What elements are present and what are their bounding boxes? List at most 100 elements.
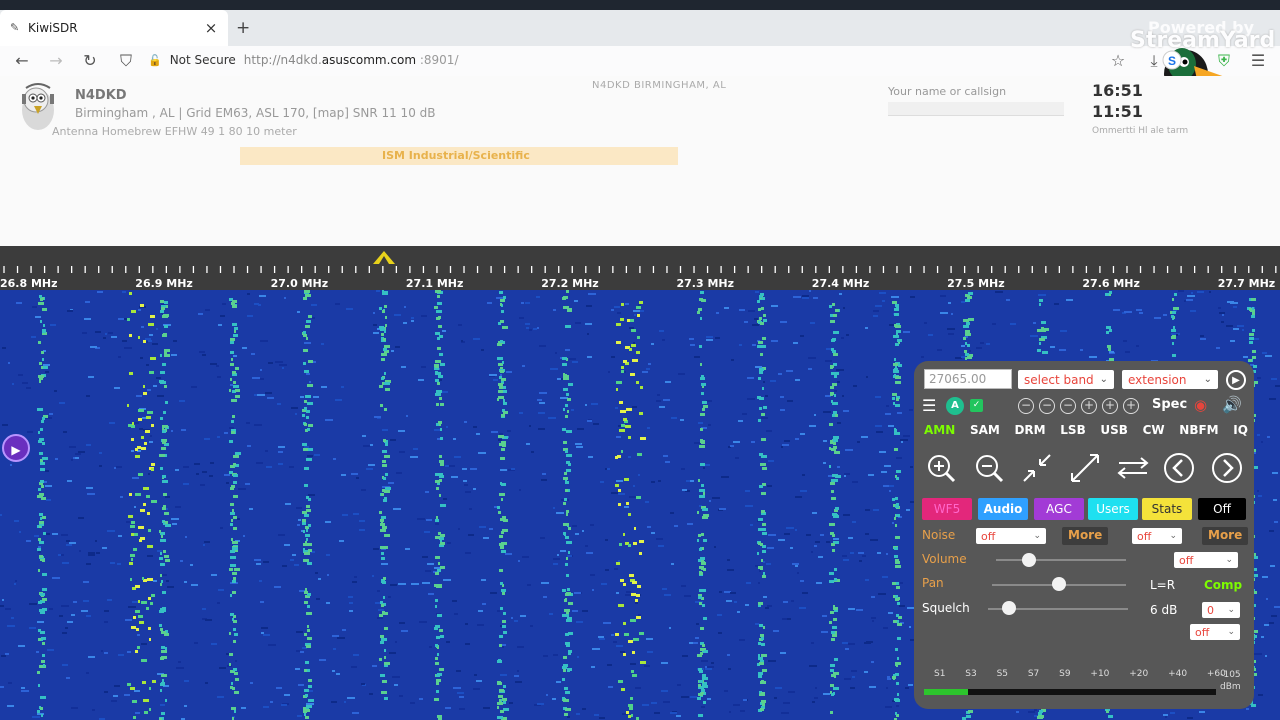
noise-select[interactable]: off ⌄ [976, 528, 1046, 544]
zoom-out-icon[interactable] [972, 451, 1006, 485]
filter-select[interactable]: off ⌄ [1132, 528, 1182, 544]
noise-select-value: off [981, 529, 996, 543]
mode-usb[interactable]: USB [1100, 423, 1128, 443]
pan-slider-knob[interactable] [1052, 577, 1066, 591]
auto-a-icon[interactable]: A [946, 397, 964, 415]
callsign-entry[interactable]: Your name or callsign [888, 85, 1064, 116]
station-location-title: N4DKD BIRMINGHAM, AL [592, 80, 727, 91]
s-meter-scale-label: S5 [996, 669, 1009, 679]
zoom-minus-3-icon[interactable]: − [1018, 398, 1034, 414]
zoom-plus-2-icon[interactable]: + [1102, 398, 1118, 414]
squelch-slider-knob[interactable] [1002, 601, 1016, 615]
band-select[interactable]: select band ⌄ [1018, 370, 1114, 389]
station-antenna-line: Antenna Homebrew EFHW 49 1 80 10 meter [52, 125, 297, 138]
scale-label: 26.9 MHz [135, 277, 193, 290]
browser-tab[interactable]: ✎ KiwiSDR × [0, 10, 228, 46]
noise-more-button[interactable]: More [1062, 527, 1109, 545]
page-right-icon[interactable] [1210, 451, 1244, 485]
mode-cw[interactable]: CW [1143, 423, 1165, 443]
comp-button[interactable]: Comp [1204, 578, 1242, 592]
shield-icon[interactable]: ⛉ [116, 52, 136, 70]
close-tab-icon[interactable]: × [204, 19, 218, 37]
address-bar[interactable]: 🔓 Not Secure http://n4dkd.asuscomm.com :… [148, 53, 458, 67]
tab-off[interactable]: Off [1198, 498, 1246, 520]
s-meter-scale-label: S3 [965, 669, 977, 679]
zoom-plus-3-icon[interactable]: + [1123, 398, 1139, 414]
span-arrows-icon[interactable] [1116, 451, 1150, 485]
play-circle-icon[interactable]: ▶ [1226, 370, 1246, 390]
chevron-down-icon: ⌄ [1203, 374, 1212, 385]
forward-arrow-icon[interactable]: → [46, 52, 66, 70]
spec-button[interactable]: Spec [1152, 397, 1187, 412]
filter-more-button[interactable]: More [1202, 527, 1249, 545]
tab-audio[interactable]: Audio [978, 498, 1028, 520]
mode-buttons: AMN SAM DRM LSB USB CW NBFM IQ [924, 423, 1248, 443]
zoom-fit-icon[interactable] [1020, 451, 1054, 485]
scale-label: 27.6 MHz [1082, 277, 1140, 290]
volume-slider-track[interactable] [996, 559, 1126, 561]
chevron-down-icon: ⌄ [1169, 531, 1177, 541]
chevron-down-icon: ⌄ [1033, 531, 1041, 541]
s-meter-scale-label: +40 [1168, 669, 1188, 679]
scale-label: 27.2 MHz [541, 277, 599, 290]
mode-iq[interactable]: IQ [1233, 423, 1248, 443]
callsign-input[interactable] [888, 102, 1064, 116]
zoom-max-icon[interactable] [1068, 451, 1102, 485]
side-play-icon[interactable]: ▶ [2, 434, 30, 462]
zoom-in-icon[interactable] [924, 451, 958, 485]
menu-hamburger-icon[interactable]: ☰ [1248, 52, 1268, 70]
check-square-icon[interactable]: ✓ [970, 399, 983, 412]
volume-label: Volume [922, 552, 967, 566]
scale-label: 27.4 MHz [811, 277, 870, 290]
security-label: Not Secure [169, 53, 236, 67]
s-meter: S1 S3 S5 S7 S9 +10 +20 +40 +60 -105 dBm [924, 667, 1242, 703]
tuning-marker-icon[interactable] [371, 250, 397, 264]
squelch-select-value: 0 [1207, 603, 1214, 617]
mode-drm[interactable]: DRM [1014, 423, 1045, 443]
band-banner: ISM Industrial/Scientific [240, 147, 678, 165]
mode-nbfm[interactable]: NBFM [1179, 423, 1218, 443]
panel-tabs: WF5 Audio AGC Users Stats Off [920, 498, 1248, 520]
record-icon[interactable]: ◉ [1194, 396, 1207, 414]
tab-stats[interactable]: Stats [1142, 498, 1192, 520]
utc-time: 16:51 [1092, 81, 1143, 100]
squelch-select[interactable]: 0 ⌄ [1202, 602, 1240, 618]
squelch-label: Squelch [922, 601, 970, 615]
filter-select-value: off [1137, 529, 1152, 543]
volume-slider-knob[interactable] [1021, 553, 1036, 567]
speaker-icon[interactable]: 🔊 [1222, 395, 1242, 414]
tab-title: KiwiSDR [28, 21, 78, 35]
s-meter-scale-label: +20 [1129, 669, 1149, 679]
extension-select[interactable]: extension ⌄ [1122, 370, 1218, 389]
frequency-scale[interactable]: 26.8 MHz 26.9 MHz 27.0 MHz 27.1 MHz 27.2 MHz… [0, 246, 1280, 290]
s-meter-unit: -105 dBm [1220, 669, 1241, 693]
reload-icon[interactable]: ↻ [80, 52, 100, 70]
kiwi-favicon-icon: ✎ [10, 21, 20, 34]
s-meter-unit-label: dBm [1220, 682, 1241, 692]
frequency-input[interactable]: 27065.00 [924, 369, 1012, 389]
chevron-down-icon: ⌄ [1099, 374, 1108, 385]
mode-lsb[interactable]: LSB [1060, 423, 1085, 443]
callsign-prompt: Your name or callsign [888, 85, 1007, 98]
station-info-line[interactable]: Birmingham , AL | Grid EM63, ASL 170, [m… [75, 106, 436, 120]
s-meter-scale-label: +10 [1090, 669, 1110, 679]
zoom-minus-1-icon[interactable]: − [1060, 398, 1076, 414]
scale-label: 27.1 MHz [405, 277, 464, 290]
back-arrow-icon[interactable]: ← [12, 52, 32, 70]
hamburger-menu-icon[interactable]: ☰ [922, 396, 936, 415]
new-tab-button[interactable]: + [236, 18, 250, 38]
s-meter-scale: S1 S3 S5 S7 S9 +10 +20 +40 +60 [934, 669, 1226, 679]
mode-sam[interactable]: SAM [970, 423, 1000, 443]
mode-amn[interactable]: AMN [924, 423, 955, 443]
bookmark-star-icon[interactable]: ☆ [1108, 52, 1128, 70]
zoom-plus-1-icon[interactable]: + [1081, 398, 1097, 414]
zoom-minus-2-icon[interactable]: − [1039, 398, 1055, 414]
tab-agc[interactable]: AGC [1034, 498, 1084, 520]
tab-users[interactable]: Users [1088, 498, 1138, 520]
squelch-off-select[interactable]: off ⌄ [1190, 624, 1240, 640]
kiwisdr-header: N4DKD Birmingham , AL | Grid EM63, ASL 1… [0, 76, 1280, 246]
tab-wf[interactable]: WF5 [922, 498, 972, 520]
volume-select[interactable]: off ⌄ [1174, 552, 1238, 568]
page-left-icon[interactable] [1162, 451, 1196, 485]
scale-label: 27.7 MHz [1217, 277, 1276, 290]
